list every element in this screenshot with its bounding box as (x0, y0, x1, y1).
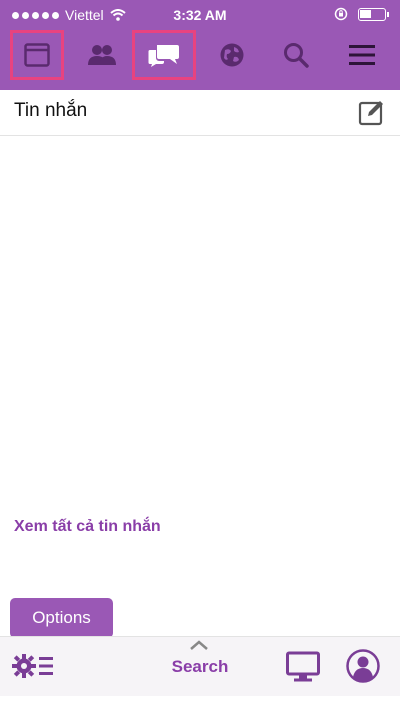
top-bar: Viettel 3:32 AM (0, 0, 400, 90)
messages-header: Tin nhắn (0, 90, 400, 136)
nav-messages-button[interactable] (132, 30, 196, 80)
bottom-strip (0, 696, 400, 706)
main-nav (0, 30, 400, 82)
orientation-lock-icon (334, 7, 348, 21)
menu-icon (349, 45, 375, 65)
status-right (334, 7, 389, 21)
page-title: Tin nhắn (14, 100, 88, 121)
search-button[interactable]: Search (0, 657, 400, 677)
nav-notifications-button[interactable] (206, 30, 258, 80)
profile-icon[interactable] (346, 649, 380, 683)
compose-icon[interactable] (358, 98, 386, 126)
bottom-bar: Search (0, 636, 400, 696)
nav-menu-button[interactable] (336, 30, 388, 80)
nav-friends-button[interactable] (76, 30, 128, 80)
nav-newsfeed-button[interactable] (10, 30, 64, 80)
messages-icon (148, 45, 179, 67)
newsfeed-icon (24, 43, 50, 67)
search-icon (284, 43, 309, 68)
see-all-messages-link[interactable]: Xem tất cả tin nhắn (14, 518, 161, 536)
options-tooltip: Options (10, 598, 113, 646)
tooltip-label: Options (32, 608, 91, 627)
battery-icon (358, 7, 389, 21)
friends-icon (88, 45, 116, 65)
globe-icon (220, 43, 244, 67)
desktop-icon[interactable] (286, 651, 320, 683)
nav-search-button[interactable] (270, 30, 322, 80)
status-bar: Viettel 3:32 AM (0, 0, 400, 30)
chevron-up-icon[interactable] (188, 639, 210, 651)
